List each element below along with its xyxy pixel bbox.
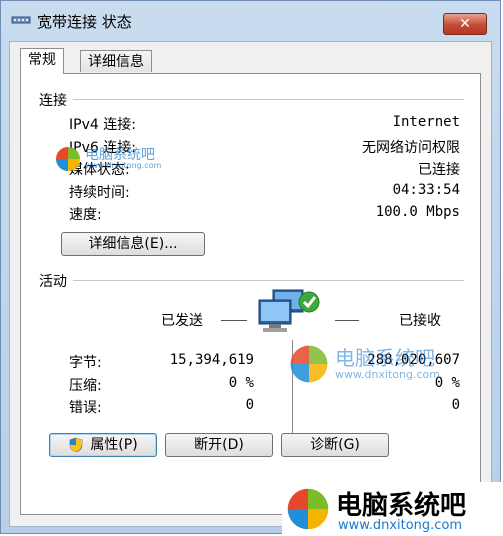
watermark-large: 电脑系统吧 www.dnxitong.com (282, 482, 503, 536)
watermark-small-url: www.dnxitong.com (85, 161, 162, 170)
tab-general[interactable]: 常规 (20, 48, 64, 74)
activity-section-label: 活动 (39, 274, 67, 290)
diagnose-button[interactable]: 诊断(G) (281, 433, 389, 457)
bytes-label: 字节: (69, 355, 102, 371)
received-dash (335, 320, 359, 321)
windows-logo-icon (290, 345, 328, 383)
duration-label: 持续时间: (69, 185, 130, 201)
close-button[interactable]: ✕ (443, 13, 487, 35)
received-label: 已接收 (399, 313, 441, 329)
window-title: 宽带连接 状态 (37, 13, 132, 31)
media-state-value: 已连接 (418, 162, 460, 178)
general-tab-panel: 连接 IPv4 连接: Internet IPv6 连接: 无网络访问权限 媒体… (20, 73, 481, 515)
watermark-medium: 电脑系统吧 www.dnxitong.com (289, 342, 469, 386)
sent-dash (221, 320, 247, 321)
sent-label: 已发送 (161, 313, 203, 329)
watermark-medium-url: www.dnxitong.com (335, 368, 440, 381)
connection-divider (73, 99, 464, 100)
bytes-sent-value: 15,394,619 (169, 352, 254, 368)
watermark-small: 电脑系统吧 www.dnxitong.com (55, 144, 195, 176)
compression-label: 压缩: (69, 378, 102, 394)
compression-sent-value: 0 % (228, 375, 254, 391)
ipv4-value: Internet (392, 114, 460, 130)
errors-label: 错误: (69, 400, 102, 416)
speed-value: 100.0 Mbps (375, 204, 460, 220)
errors-received-value: 0 (451, 397, 460, 413)
windows-logo-icon (287, 488, 329, 530)
ipv4-label: IPv4 连接: (69, 117, 136, 133)
watermark-large-brand: 电脑系统吧 (336, 491, 467, 521)
network-connection-icon (11, 16, 31, 24)
disconnect-button[interactable]: 断开(D) (165, 433, 273, 457)
details-button[interactable]: 详细信息(E)... (61, 232, 205, 256)
watermark-large-url: www.dnxitong.com (338, 518, 463, 533)
properties-button-label: 属性(P) (90, 437, 138, 453)
watermark-medium-brand: 电脑系统吧 (335, 346, 435, 370)
duration-value: 04:33:54 (392, 182, 460, 198)
shield-icon (69, 437, 83, 453)
connection-section-label: 连接 (39, 93, 67, 109)
activity-divider (73, 280, 464, 281)
windows-logo-icon (56, 147, 80, 171)
title-bar[interactable]: 宽带连接 状态 ✕ (1, 1, 500, 39)
tab-details[interactable]: 详细信息 (80, 50, 152, 72)
properties-button[interactable]: 属性(P) (49, 433, 157, 457)
dialog-body: 常规 详细信息 连接 IPv4 连接: Internet IPv6 连接: 无网… (9, 41, 492, 527)
errors-sent-value: 0 (245, 397, 254, 413)
status-window: 宽带连接 状态 ✕ 常规 详细信息 连接 IPv4 连接: Internet I… (0, 0, 501, 534)
network-computers-icon (258, 289, 320, 332)
ipv6-value: 无网络访问权限 (362, 140, 460, 156)
speed-label: 速度: (69, 207, 102, 223)
